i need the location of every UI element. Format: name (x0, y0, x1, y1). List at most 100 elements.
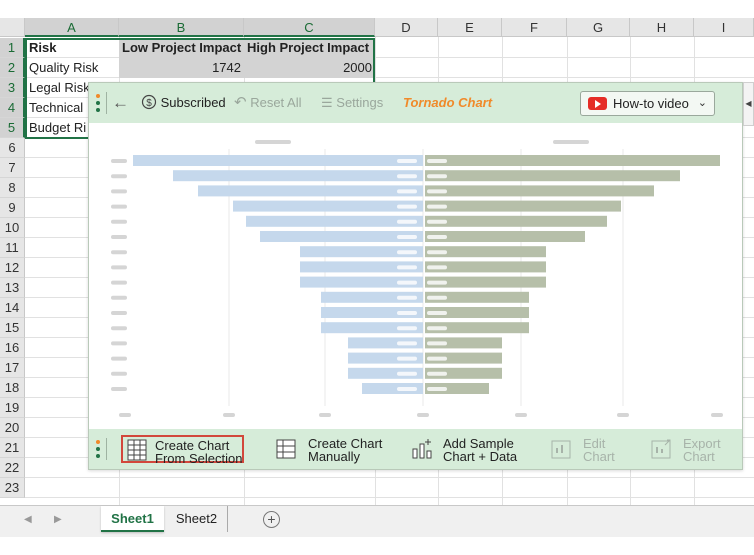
row-header-19[interactable]: 19 (0, 398, 25, 418)
row-header-4[interactable]: 4 (0, 98, 25, 118)
row-header-10[interactable]: 10 (0, 218, 25, 238)
add-sheet-icon[interactable]: + (263, 511, 280, 528)
row-header-23[interactable]: 23 (0, 478, 25, 498)
reset-all-button[interactable]: ↶ Reset All (234, 93, 302, 113)
row-header-8[interactable]: 8 (0, 178, 25, 198)
panel-toolbar: ← $ Subscribed ↶ Reset All ☰ Settings To… (89, 83, 742, 123)
row-header-2[interactable]: 2 (0, 58, 25, 78)
chevron-down-icon: ⌄ (697, 97, 707, 109)
create-chart-from-selection-button[interactable]: Create Chart From Selection (121, 435, 244, 466)
axis-tick-placeholder (223, 413, 235, 417)
row-header-21[interactable]: 21 (0, 438, 25, 458)
create-selection-line2: From Selection (155, 451, 243, 466)
edit-chart-button[interactable]: Edit Chart (550, 435, 620, 463)
tornado-bar-right (425, 155, 720, 166)
category-label-placeholder (111, 204, 127, 209)
tab-scroll-right-icon[interactable]: ▶ (54, 514, 62, 525)
tornado-bar-left (233, 200, 423, 212)
bar-label-placeholder (427, 387, 447, 391)
bar-label-placeholder (427, 280, 447, 285)
category-label-placeholder (111, 189, 127, 194)
subscribed-button[interactable]: $ Subscribed (141, 93, 226, 113)
reset-all-label: Reset All (250, 95, 302, 110)
row-header-12[interactable]: 12 (0, 258, 25, 278)
column-header-e[interactable]: E (438, 18, 502, 37)
tab-sheet2[interactable]: Sheet2 (166, 506, 228, 532)
legend-placeholder (255, 140, 291, 144)
tornado-bar-left (133, 155, 423, 166)
axis-tick-placeholder (119, 413, 131, 417)
table-grid-icon (127, 439, 147, 461)
row-header-11[interactable]: 11 (0, 238, 25, 258)
bar-label-placeholder (427, 356, 447, 361)
row-header-15[interactable]: 15 (0, 318, 25, 338)
row-header-16[interactable]: 16 (0, 338, 25, 358)
row-header-22[interactable]: 22 (0, 458, 25, 478)
row-header-1[interactable]: 1 (0, 38, 25, 58)
column-header-g[interactable]: G (567, 18, 630, 37)
howto-video-dropdown[interactable]: How-to video ⌄ (580, 91, 715, 116)
cell-b1[interactable]: Low Project Impact (119, 38, 244, 58)
column-header-d[interactable]: D (375, 18, 438, 37)
cell-a1[interactable]: Risk (26, 38, 119, 58)
cell-a5[interactable]: Budget Ri (26, 118, 88, 138)
tornado-bar-left (246, 215, 423, 227)
category-label-placeholder (111, 326, 127, 331)
category-label-placeholder (111, 265, 127, 270)
gridline (25, 477, 754, 478)
cell-c1[interactable]: High Project Impact (244, 38, 375, 58)
create-manual-line2: Manually (308, 449, 361, 464)
back-arrow-icon[interactable]: ← (112, 93, 129, 113)
category-label-placeholder (111, 311, 127, 315)
row-header-6[interactable]: 6 (0, 138, 25, 158)
table-edit-icon (276, 439, 296, 459)
tab-scroll-left-icon[interactable]: ◀ (24, 514, 32, 525)
column-header-b[interactable]: B (119, 18, 244, 37)
more-options-icon[interactable] (96, 440, 101, 461)
column-header-a[interactable]: A (25, 18, 119, 37)
cell-a4[interactable]: Technical (26, 98, 88, 118)
add-sample-chart-button[interactable]: Add Sample Chart + Data (410, 435, 520, 463)
row-header-9[interactable]: 9 (0, 198, 25, 218)
column-header-c[interactable]: C (244, 18, 375, 37)
axis-tick-placeholder (711, 413, 723, 417)
create-chart-manually-button[interactable]: Create Chart Manually (275, 435, 385, 463)
row-header-17[interactable]: 17 (0, 358, 25, 378)
column-header-i[interactable]: I (694, 18, 754, 37)
settings-button[interactable]: ☰ Settings (321, 93, 383, 113)
cell-b2[interactable]: 1742 (119, 58, 244, 78)
category-label-placeholder (111, 250, 127, 255)
row-header-18[interactable]: 18 (0, 378, 25, 398)
tornado-chart-preview (111, 140, 723, 417)
row-header-20[interactable]: 20 (0, 418, 25, 438)
drag-handle-icon[interactable] (96, 94, 101, 115)
category-label-placeholder (111, 280, 127, 285)
export-chart-button[interactable]: Export Chart (650, 435, 730, 463)
subscribed-label: Subscribed (160, 95, 226, 110)
bar-label-placeholder (397, 219, 417, 224)
row-header-14[interactable]: 14 (0, 298, 25, 318)
sliders-icon: ☰ (321, 95, 333, 110)
sheet-tabs-bar: ◀ ▶ Sheet1 Sheet2 + (0, 505, 754, 537)
cell-a3[interactable]: Legal Risk (26, 78, 88, 98)
bar-label-placeholder (427, 311, 447, 315)
select-all-corner[interactable] (0, 18, 25, 37)
status-bar (0, 537, 754, 555)
cell-c2[interactable]: 2000 (244, 58, 375, 78)
add-sample-line2: Chart + Data (443, 449, 518, 464)
axis-tick-placeholder (319, 413, 331, 417)
row-header-13[interactable]: 13 (0, 278, 25, 298)
row-header-7[interactable]: 7 (0, 158, 25, 178)
svg-text:$: $ (146, 98, 152, 109)
row-header-5[interactable]: 5 (0, 118, 25, 138)
column-header-f[interactable]: F (502, 18, 567, 37)
category-label-placeholder (111, 356, 127, 361)
column-header-h[interactable]: H (630, 18, 694, 37)
category-label-placeholder (111, 235, 127, 239)
row-header-3[interactable]: 3 (0, 78, 25, 98)
bar-label-placeholder (397, 311, 417, 315)
cell-a2[interactable]: Quality Risk (26, 58, 119, 78)
tab-sheet1[interactable]: Sheet1 (101, 506, 164, 532)
panel-collapse-arrow-icon[interactable]: ◀ (743, 82, 754, 126)
axis-tick-placeholder (417, 413, 429, 417)
